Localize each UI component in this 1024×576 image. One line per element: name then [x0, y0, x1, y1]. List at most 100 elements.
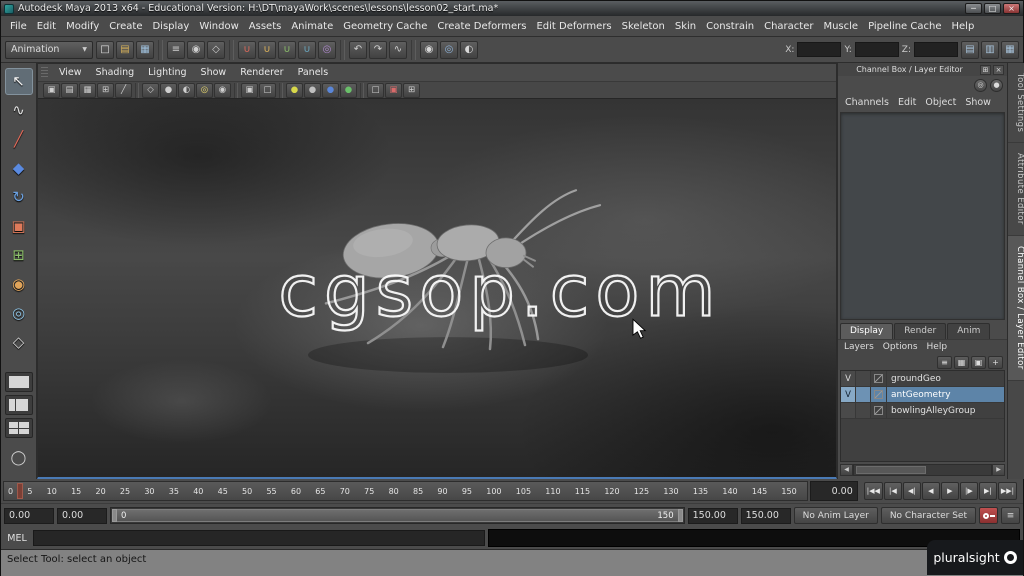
isolate-select-icon[interactable]: ▣ — [241, 82, 258, 98]
animation-end-field[interactable]: 150.00 — [740, 507, 791, 524]
camera-attributes-icon[interactable]: ▣ — [43, 82, 60, 98]
menu-item-muscle[interactable]: Muscle — [818, 17, 863, 36]
step-forward-key-button[interactable]: |▶ — [959, 482, 978, 500]
layout-custom-icon[interactable]: ◯ — [7, 446, 31, 470]
channel-menu-channels[interactable]: Channels — [845, 97, 889, 108]
menu-item-edit[interactable]: Edit — [32, 17, 61, 36]
image-plane-icon[interactable]: ▦ — [79, 82, 96, 98]
channel-menu-object[interactable]: Object — [925, 97, 956, 108]
coord-field-2[interactable] — [914, 42, 958, 57]
panel-menu-renderer[interactable]: Renderer — [233, 64, 290, 81]
bookmarks-icon[interactable]: ▤ — [61, 82, 78, 98]
command-line-language-label[interactable]: MEL — [4, 533, 30, 544]
snap-plane-icon[interactable]: ∪ — [298, 40, 316, 59]
step-forward-frame-button[interactable]: ▶| — [978, 482, 997, 500]
layer-list-scrollbar[interactable]: ◀ ▶ — [840, 464, 1005, 476]
scroll-left-button[interactable]: ◀ — [840, 464, 853, 476]
time-slider-track[interactable]: 0 5 10 15 20 25 30 35 40 45 50 55 60 65 70 75 80 85 90 95 10… — [3, 481, 808, 501]
menu-item-skeleton[interactable]: Skeleton — [617, 17, 670, 36]
channel-menu-show[interactable]: Show — [965, 97, 991, 108]
layout-two-pane[interactable] — [4, 395, 33, 415]
layer-tab-anim[interactable]: Anim — [947, 323, 991, 339]
range-handle-left[interactable] — [112, 509, 117, 522]
save-scene-icon[interactable]: ▦ — [136, 40, 154, 59]
menu-item-modify[interactable]: Modify — [61, 17, 104, 36]
layer-options-icon[interactable]: ≡ — [937, 355, 952, 369]
current-time-field[interactable]: 0.00 — [809, 481, 858, 501]
resolution-gate-icon[interactable]: □ — [367, 82, 384, 98]
snap-curve-icon[interactable]: ∪ — [258, 40, 276, 59]
bounding-box-icon[interactable]: ● — [340, 82, 357, 98]
scrollbar-track[interactable] — [853, 464, 992, 476]
lasso-select-tool[interactable]: ∿ — [5, 97, 33, 124]
range-slider-track[interactable]: 0 150 — [110, 507, 685, 524]
menu-item-display[interactable]: Display — [147, 17, 194, 36]
menu-item-file[interactable]: File — [5, 17, 32, 36]
snap-grid-icon[interactable]: ∪ — [238, 40, 256, 59]
command-line-input[interactable] — [33, 530, 485, 546]
empty-layer-icon[interactable]: ▦ — [954, 355, 969, 369]
new-scene-icon[interactable]: □ — [96, 40, 114, 59]
menu-item-help[interactable]: Help — [947, 17, 980, 36]
layer-color-swatch[interactable] — [871, 403, 887, 418]
layer-color-swatch[interactable] — [871, 387, 887, 402]
sidebar-tab-channel-box-layer-editor[interactable]: Channel Box / Layer Editor — [1008, 236, 1024, 381]
layer-playback-toggle[interactable] — [856, 387, 871, 402]
range-slider-bar[interactable]: 0 150 — [112, 509, 683, 522]
history-outputs-icon[interactable]: ↷ — [369, 40, 387, 59]
scale-tool[interactable]: ▣ — [5, 213, 33, 240]
titlebar[interactable]: Autodesk Maya 2013 x64 - Educational Ver… — [1, 1, 1023, 16]
layer-playback-toggle[interactable] — [856, 403, 871, 418]
shadows-icon[interactable]: ◉ — [214, 82, 231, 98]
paint-selection-tool[interactable]: ╱ — [5, 126, 33, 153]
panel-menu-view[interactable]: View — [52, 64, 89, 81]
layer-row-bowlingalleygroup[interactable]: bowlingAlleyGroup — [841, 403, 1004, 419]
move-tool[interactable]: ◆ — [5, 155, 33, 182]
layer-from-selected-icon[interactable]: ▣ — [971, 355, 986, 369]
2d-pan-zoom-icon[interactable]: ⊞ — [97, 82, 114, 98]
playback-start-field[interactable]: 0.00 — [57, 507, 107, 524]
sidebar-tab-attribute-editor[interactable]: Attribute Editor — [1008, 143, 1024, 237]
render-settings-icon[interactable]: ◐ — [460, 40, 478, 59]
scroll-right-button[interactable]: ▶ — [992, 464, 1005, 476]
menu-item-character[interactable]: Character — [759, 17, 818, 36]
select-object-icon[interactable]: ◉ — [187, 40, 205, 59]
animation-preferences-button[interactable]: ≡ — [1001, 507, 1020, 524]
layer-color-swatch[interactable] — [871, 371, 887, 386]
auto-keyframe-toggle[interactable] — [979, 507, 998, 524]
viewport-canvas[interactable]: cgsop.com — [38, 99, 836, 477]
layer-visibility-toggle[interactable]: V — [841, 371, 856, 386]
layer-visibility-toggle[interactable] — [841, 403, 856, 418]
safe-title-icon[interactable]: ⊞ — [403, 82, 420, 98]
channel-menu-edit[interactable]: Edit — [898, 97, 916, 108]
anim-layer-button[interactable]: No Anim Layer — [793, 507, 878, 524]
layer-menu-layers[interactable]: Layers — [844, 342, 874, 352]
channel-pin-icon[interactable]: ● — [990, 78, 1003, 92]
range-handle-right[interactable] — [677, 509, 683, 522]
soft-modification-tool[interactable]: ◉ — [5, 271, 33, 298]
layer-row-groundgeo[interactable]: VgroundGeo — [841, 371, 1004, 387]
last-tool[interactable]: ◇ — [5, 329, 33, 356]
select-hierarchy-icon[interactable]: ≡ — [167, 40, 185, 59]
select-tool[interactable]: ↖ — [4, 68, 33, 95]
grease-pencil-icon[interactable]: ╱ — [115, 82, 132, 98]
close-button[interactable]: × — [1003, 3, 1020, 14]
use-all-lights-icon[interactable]: ◎ — [196, 82, 213, 98]
menu-item-animate[interactable]: Animate — [286, 17, 338, 36]
close-icon[interactable]: × — [993, 64, 1004, 75]
layer-row-antgeometry[interactable]: VantGeometry — [841, 387, 1004, 403]
channel-options-icon[interactable]: ◎ — [974, 78, 987, 92]
make-live-icon[interactable]: ◎ — [318, 40, 336, 59]
menu-item-assets[interactable]: Assets — [244, 17, 287, 36]
panel-menu-panels[interactable]: Panels — [291, 64, 336, 81]
play-forwards-button[interactable]: ▶ — [940, 482, 959, 500]
default-material-icon[interactable]: ● — [286, 82, 303, 98]
toggle-channel-box-icon[interactable]: ▦ — [1001, 40, 1019, 59]
menu-item-constrain[interactable]: Constrain — [701, 17, 759, 36]
coord-field-0[interactable] — [797, 42, 842, 57]
layer-menu-help[interactable]: Help — [927, 342, 948, 352]
coord-field-1[interactable] — [854, 42, 899, 57]
menu-set-selector[interactable]: Animation ▼ — [5, 40, 93, 59]
panel-menu-show[interactable]: Show — [194, 64, 234, 81]
layer-playback-toggle[interactable] — [856, 371, 871, 386]
